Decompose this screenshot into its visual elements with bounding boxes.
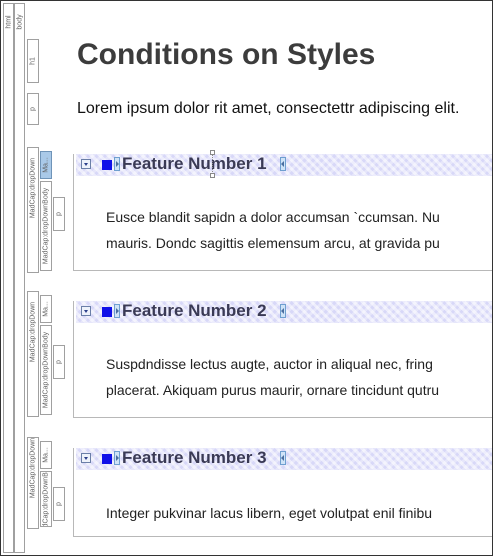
dropdown-body-text-1[interactable]: Eusce blandit sapidn a dolor accumsan `c… (106, 204, 440, 256)
condition-marker-icon (102, 454, 112, 464)
span-open-tag-icon[interactable] (114, 304, 120, 318)
intro-paragraph[interactable]: Lorem ipsum dolor rit amet, consectettr … (77, 100, 459, 118)
dropdown-hotspot-3[interactable]: Feature Number 3 (76, 448, 492, 470)
structure-bar-body-label: body (16, 14, 23, 30)
structure-bar-dropdown-1-label: MadCap:dropDown (29, 157, 37, 219)
page-title[interactable]: Conditions on Styles (77, 38, 375, 72)
structure-bar-html[interactable]: html (3, 3, 14, 553)
dropdown-hotspot-1[interactable]: Feature Number 1 (76, 154, 492, 176)
structure-bar-dropdown-3-label: MadCap:dropDown (29, 437, 37, 499)
span-open-tag-icon[interactable] (114, 157, 120, 171)
body-line: Integer pukvinar lacus libern, eget volu… (106, 505, 433, 521)
dropdown-body-text-2[interactable]: Suspdndisse lectus augte, auctor in aliq… (106, 351, 439, 403)
span-open-tag-icon[interactable] (114, 451, 120, 465)
dropdown-toggle-icon[interactable] (81, 159, 91, 169)
structure-bar-dropdown-2-label: MadCap:dropDown (29, 301, 37, 363)
dropdown-section-1: Feature Number 1 Eusce blandit sapidn a … (73, 154, 492, 271)
dropdown-heading-3[interactable]: Feature Number 3 (122, 448, 267, 468)
structure-bar-p-intro-label: p (29, 107, 37, 111)
structure-bar-dropdown-head-3-label: Ma... (42, 447, 50, 463)
structure-bar-dropdown-3[interactable]: MadCap:dropDown (27, 437, 39, 529)
structure-bar-p-3[interactable]: p (53, 487, 65, 521)
dropdown-toggle-icon[interactable] (81, 306, 91, 316)
body-line: Suspdndisse lectus augte, auctor in aliq… (106, 356, 433, 372)
dropdown-section-3: Feature Number 3 Integer pukvinar lacus … (73, 448, 492, 537)
dropdown-toggle-icon[interactable] (81, 453, 91, 463)
body-line: mauris. Dondc sagittis elemensum arcu, a… (106, 235, 440, 251)
span-close-tag-icon[interactable] (280, 304, 286, 318)
resize-handle[interactable] (210, 150, 215, 178)
document-content[interactable]: Conditions on Styles Lorem ipsum dolor r… (69, 1, 492, 555)
structure-bar-dropdown-body-1[interactable]: MadCap:dropDownBody (40, 181, 52, 271)
structure-bar-dropdown-body-2[interactable]: MadCap:dropDownBody (40, 325, 52, 415)
structure-bar-p-1[interactable]: p (53, 197, 65, 231)
condition-marker-icon (102, 160, 112, 170)
dropdown-heading-1[interactable]: Feature Number 1 (122, 154, 267, 174)
structure-bar-p-2-label: p (55, 360, 63, 364)
structure-bar-dropdown-head-1[interactable]: Ma... (40, 151, 52, 179)
structure-bar-html-label: html (5, 15, 12, 29)
structure-bar-dropdown-head-2[interactable]: Ma... (40, 295, 52, 323)
structure-bar-dropdown-body-3[interactable]: MadCap:dropDownBody (40, 471, 52, 527)
span-close-tag-icon[interactable] (280, 451, 286, 465)
structure-bar-h1[interactable]: h1 (27, 39, 39, 83)
dropdown-section-2: Feature Number 2 Suspdndisse lectus augt… (73, 301, 492, 418)
structure-bar-dropdown-body-1-label: MadCap:dropDownBody (42, 187, 50, 265)
structure-bar-p-3-label: p (55, 502, 63, 506)
condition-marker-icon (102, 307, 112, 317)
structure-bar-dropdown-body-3-label: MadCap:dropDownBody (42, 471, 50, 527)
dropdown-heading-2[interactable]: Feature Number 2 (122, 301, 267, 321)
structure-bar-dropdown-body-2-label: MadCap:dropDownBody (42, 331, 50, 409)
body-line: Eusce blandit sapidn a dolor accumsan `c… (106, 209, 440, 225)
span-close-tag-icon[interactable] (280, 157, 286, 171)
structure-bar-p-intro[interactable]: p (27, 93, 39, 125)
editor-frame: html body h1 p MadCap:dropDown Ma... Mad… (0, 0, 493, 556)
structure-bar-dropdown-head-2-label: Ma... (42, 301, 50, 317)
dropdown-hotspot-2[interactable]: Feature Number 2 (76, 301, 492, 323)
structure-bar-p-2[interactable]: p (53, 345, 65, 379)
dropdown-body-text-3[interactable]: Integer pukvinar lacus libern, eget volu… (106, 500, 432, 526)
structure-bar-h1-label: h1 (29, 57, 37, 65)
structure-bar-dropdown-head-1-label: Ma... (42, 157, 50, 173)
body-line: placerat. Akiquam purus maurir, ornare t… (106, 382, 440, 398)
structure-bar-dropdown-2[interactable]: MadCap:dropDown (27, 291, 39, 417)
structure-bar-dropdown-1[interactable]: MadCap:dropDown (27, 147, 39, 273)
structure-bar-dropdown-head-3[interactable]: Ma... (40, 441, 52, 469)
structure-bar-p-1-label: p (55, 212, 63, 216)
structure-bar-body[interactable]: body (14, 3, 25, 553)
